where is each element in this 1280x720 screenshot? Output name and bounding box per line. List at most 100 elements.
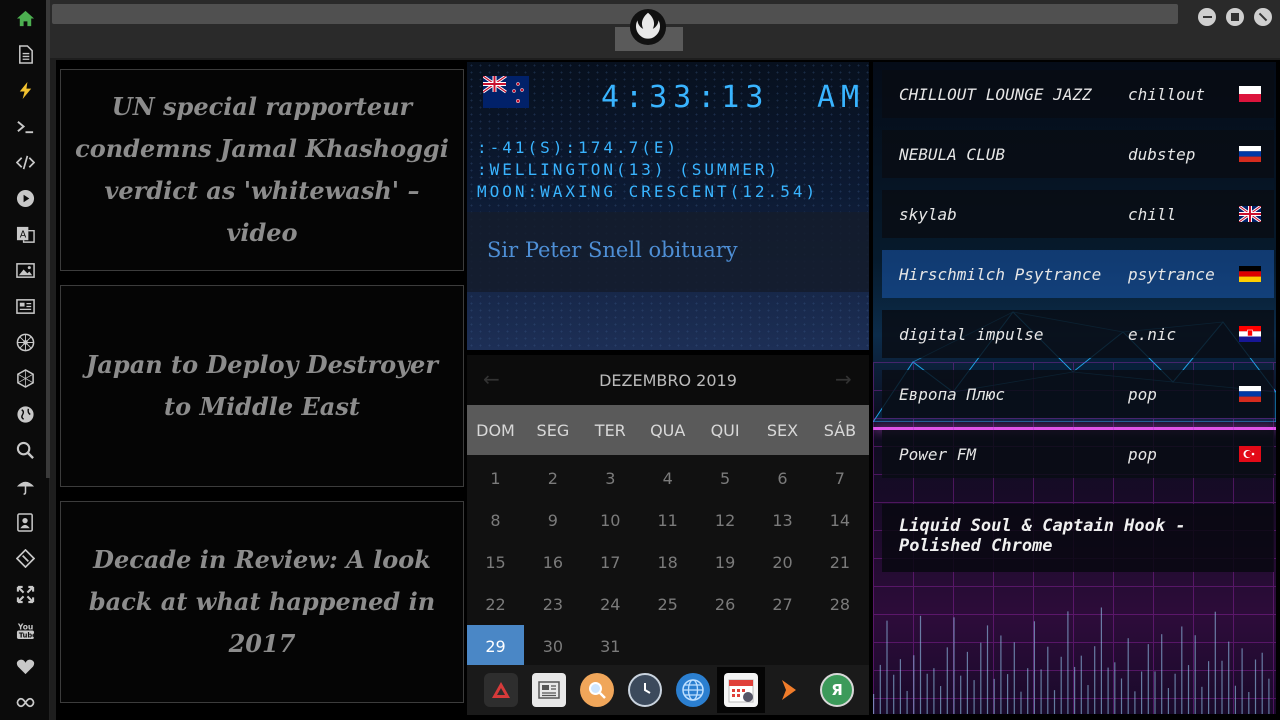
calendar-day[interactable]: 2 <box>524 457 581 499</box>
title-bar[interactable] <box>52 4 1178 24</box>
calendar-day[interactable]: 20 <box>754 541 811 583</box>
calendar-day[interactable]: 28 <box>811 583 868 625</box>
radio-station-row[interactable]: skylab chill <box>882 190 1274 238</box>
weekday-label: SEG <box>536 420 570 440</box>
code-icon[interactable] <box>10 147 40 177</box>
calendar-day[interactable]: 22 <box>467 583 524 625</box>
equalizer-bar <box>1074 666 1076 714</box>
search-icon[interactable] <box>580 673 614 707</box>
minimize-button[interactable] <box>1198 8 1216 26</box>
equalizer-bar <box>926 673 928 714</box>
calendar-day[interactable]: 31 <box>582 625 639 667</box>
calendar-day[interactable]: 27 <box>754 583 811 625</box>
news-card[interactable]: Japan to Deploy Destroyer to Middle East <box>60 285 464 487</box>
calendar-day[interactable]: 16 <box>524 541 581 583</box>
station-genre: chill <box>1128 204 1177 224</box>
calendar-day[interactable]: 4 <box>639 457 696 499</box>
calendar-day[interactable]: 6 <box>754 457 811 499</box>
image-icon[interactable] <box>10 255 40 285</box>
radio-station-row[interactable]: Европа Плюс pop <box>882 370 1274 418</box>
equalizer-bar <box>1053 690 1056 714</box>
station-name: CHILLOUT LOUNGE JAZZ <box>899 84 1092 104</box>
bolt-icon[interactable] <box>10 75 40 105</box>
calendar-day[interactable]: 1 <box>467 457 524 499</box>
station-genre: e.nic <box>1128 324 1177 344</box>
git-icon[interactable] <box>10 543 40 573</box>
calendar-day[interactable]: 13 <box>754 499 811 541</box>
calendar-day[interactable]: 21 <box>811 541 868 583</box>
infinity-icon[interactable] <box>10 687 40 717</box>
equalizer-bar <box>1047 646 1049 714</box>
terminal-icon[interactable] <box>10 111 40 141</box>
calendar-day[interactable]: 11 <box>639 499 696 541</box>
weekday-label: DOM <box>476 420 515 440</box>
news-card[interactable]: Decade in Review: A look back at what ha… <box>60 501 464 703</box>
radio-station-row[interactable]: CHILLOUT LOUNGE JAZZ chillout <box>882 70 1274 118</box>
calendar-day[interactable]: 25 <box>639 583 696 625</box>
calendar-day[interactable]: 23 <box>524 583 581 625</box>
heart-icon[interactable] <box>10 651 40 681</box>
equalizer-bar <box>973 680 975 714</box>
expand-icon[interactable] <box>10 579 40 609</box>
news-icon[interactable] <box>532 673 566 707</box>
arrow-right-icon[interactable]: → <box>835 367 852 391</box>
calendar-day[interactable]: 19 <box>697 541 754 583</box>
app-launcher-icon[interactable] <box>484 673 518 707</box>
calendar-day[interactable]: 24 <box>582 583 639 625</box>
translate-icon[interactable]: A <box>10 219 40 249</box>
search-icon[interactable] <box>10 435 40 465</box>
clock-moon-phase: MOON:WAXING CRESCENT(12.54) <box>477 182 819 201</box>
newspaper-icon[interactable] <box>10 291 40 321</box>
left-sidebar: A You Tube <box>0 0 50 720</box>
forward-icon[interactable] <box>772 673 806 707</box>
news-card[interactable]: UN special rapporteur condemns Jamal Kha… <box>60 69 464 271</box>
weekday-label: QUI <box>710 420 740 440</box>
equalizer-bar <box>1020 691 1022 714</box>
calendar-day[interactable]: 8 <box>467 499 524 541</box>
equalizer-bar <box>1060 656 1062 714</box>
equalizer-bar <box>1094 646 1096 714</box>
equalizer-bar <box>953 617 955 714</box>
calendar-day[interactable]: 15 <box>467 541 524 583</box>
calendar-day[interactable]: 14 <box>811 499 868 541</box>
equalizer-bar <box>1080 655 1082 714</box>
clock-time: 4:33:13 <box>601 80 770 115</box>
yandex-glyph: Я <box>831 681 843 699</box>
maximize-button[interactable] <box>1226 8 1244 26</box>
clock-icon[interactable] <box>628 673 662 707</box>
calendar-day[interactable]: 7 <box>811 457 868 499</box>
calendar-day[interactable]: 3 <box>582 457 639 499</box>
equalizer-bar <box>1194 635 1196 714</box>
yandex-icon[interactable]: Я <box>820 673 854 707</box>
calendar-day[interactable]: 18 <box>639 541 696 583</box>
calendar-day[interactable]: 26 <box>697 583 754 625</box>
calendar-day[interactable]: 5 <box>697 457 754 499</box>
calendar-day[interactable]: 10 <box>582 499 639 541</box>
calendar-day[interactable]: 12 <box>697 499 754 541</box>
youtube-icon[interactable]: You Tube <box>10 615 40 645</box>
contacts-icon[interactable] <box>10 507 40 537</box>
browser-icon[interactable] <box>676 673 710 707</box>
rebel-icon[interactable] <box>10 327 40 357</box>
hexagon-icon[interactable] <box>10 363 40 393</box>
radio-station-row[interactable]: digital impulse e.nic <box>882 310 1274 358</box>
calendar-icon[interactable] <box>724 673 758 707</box>
equalizer-bar <box>1261 652 1263 714</box>
umbrella-icon[interactable] <box>10 471 40 501</box>
clock-news-headline[interactable]: Sir Peter Snell obituary <box>487 238 738 262</box>
calendar-day[interactable]: 30 <box>524 625 581 667</box>
radio-station-row[interactable]: NEBULA CLUB dubstep <box>882 130 1274 178</box>
calendar-day-selected[interactable]: 29 <box>467 625 524 667</box>
calendar-day[interactable]: 17 <box>582 541 639 583</box>
radio-station-row[interactable]: Hirschmilch Psytrance psytrance <box>882 250 1274 298</box>
calendar-day[interactable]: 9 <box>524 499 581 541</box>
clock-news-band[interactable]: Sir Peter Snell obituary <box>467 212 869 292</box>
file-icon[interactable] <box>10 39 40 69</box>
radio-station-row[interactable]: Power FM pop <box>882 430 1274 478</box>
home-icon[interactable] <box>10 3 40 33</box>
play-icon[interactable] <box>10 183 40 213</box>
close-button[interactable] <box>1254 8 1272 26</box>
station-name: skylab <box>899 204 957 224</box>
globe-icon[interactable] <box>10 399 40 429</box>
sidebar-scrollbar[interactable] <box>46 0 50 478</box>
